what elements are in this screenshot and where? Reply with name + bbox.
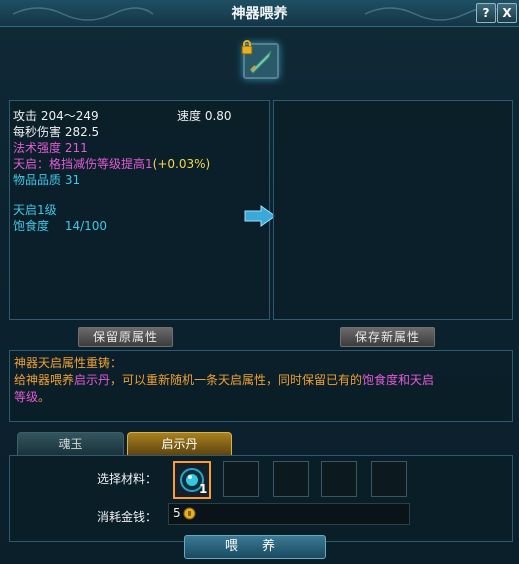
stat-tianqi: 天启：格挡减伤等级提高1(+0.03%) [13,156,210,172]
material-label: 选择材料： [97,472,158,486]
material-quantity: 1 [199,482,208,496]
artifact-feed-window: 神器喂养 ? X 攻击 204～249 速度 0.80 每秒伤害 282.5 法… [0,0,519,564]
stat-attack: 攻击 204～249 [13,109,99,123]
stat-speed: 速度 0.80 [177,109,232,123]
window-title: 神器喂养 [231,6,288,22]
description-heading: 神器天启属性重铸： [14,356,123,370]
stats-panel-current: 攻击 204～249 速度 0.80 每秒伤害 282.5 法术强度 211 天… [9,100,270,320]
stat-dps: 每秒伤害 282.5 [13,125,100,139]
stat-tianqi-level: 天启1级 [13,203,57,217]
stat-quality: 物品品质 31 [13,173,81,187]
stat-tianqi-bonus: (+0.03%) [152,157,211,171]
artifact-slot[interactable] [241,40,279,79]
stats-panel-new [273,100,513,320]
coin-icon [183,507,196,520]
tab-hunyu[interactable]: 魂玉 [17,432,124,456]
material-slot-3[interactable] [273,461,309,497]
material-slot-4[interactable] [321,461,357,497]
close-button[interactable]: X [497,3,517,23]
stat-tianqi-label: 天启：格挡减伤等级提高1 [13,157,153,171]
material-slot-5[interactable] [371,461,407,497]
material-panel [9,455,513,542]
description-line-end: 等级。 [14,390,51,404]
material-slot-1[interactable]: 1 [173,461,211,499]
cost-field: 5 [168,503,410,525]
save-new-attributes-button[interactable]: 保存新属性 [340,327,435,347]
help-button[interactable]: ? [476,3,496,23]
description-line: 给神器喂养启示丹，可以重新随机一条天启属性，同时保留已有的饱食度和天启 [14,373,435,387]
description-panel: 神器天启属性重铸： 给神器喂养启示丹，可以重新随机一条天启属性，同时保留已有的饱… [9,350,513,422]
material-slot-2[interactable] [223,461,259,497]
cost-value: 5 [173,506,181,520]
keep-old-attributes-button[interactable]: 保留原属性 [78,327,173,347]
title-bar[interactable]: 神器喂养 ? X [0,0,519,27]
lock-icon [241,40,253,55]
cost-label: 消耗金钱： [97,510,158,524]
tab-qishidan[interactable]: 启示丹 [127,432,232,456]
feed-button[interactable]: 喂 养 [184,535,326,559]
stat-satiety: 饱食度 14/100 [13,219,108,233]
arrow-right-icon [244,205,276,227]
stat-spell-power: 法术强度 211 [13,141,88,155]
